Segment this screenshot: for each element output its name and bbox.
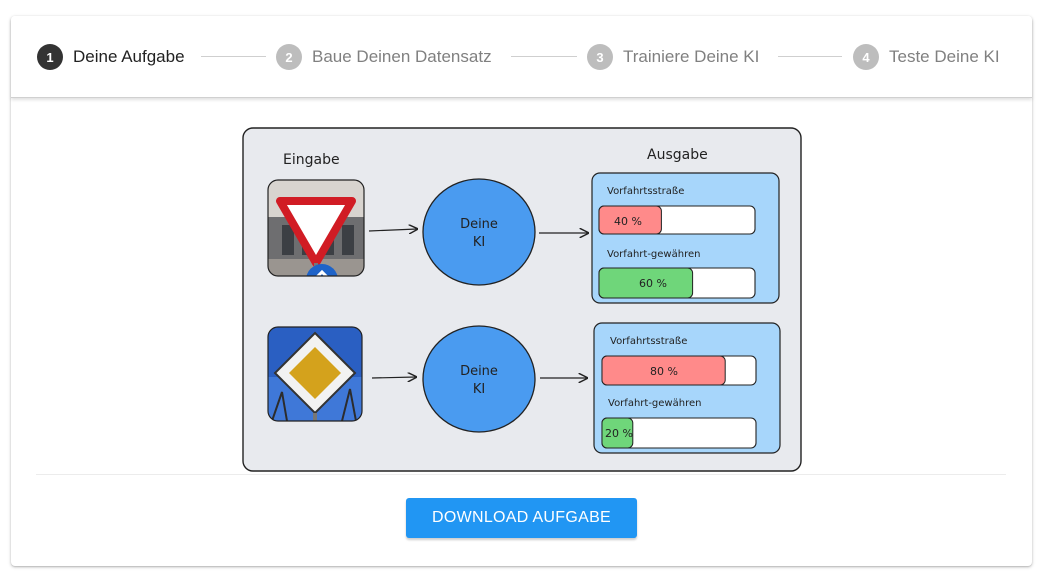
task-illustration: Eingabe Ausgabe Deine KI Deine KI Vorfah… (242, 127, 802, 472)
step-connector (511, 56, 577, 57)
output-label: Vorfahrtsstraße (607, 186, 684, 197)
input-title: Eingabe (283, 152, 340, 168)
probability-value: 60 % (639, 277, 667, 290)
probability-value: 20 % (605, 427, 633, 440)
step-3-label: Trainiere Deine KI (623, 47, 760, 66)
ai-label-line1: Deine (460, 217, 498, 232)
output-label: Vorfahrt-gewähren (607, 249, 700, 260)
priority-road-sign-photo-icon (268, 327, 362, 421)
step-1-number: 1 (37, 44, 63, 70)
step-connector (201, 56, 266, 57)
step-1[interactable]: 1 Deine Aufgabe (37, 44, 185, 70)
ai-label-line2: KI (473, 382, 485, 397)
step-1-label: Deine Aufgabe (73, 47, 185, 66)
output-label: Vorfahrtsstraße (610, 336, 687, 347)
ai-model-node: Deine KI (422, 178, 536, 286)
ai-label-line2: KI (473, 235, 485, 250)
step-2-label: Baue Deinen Datensatz (312, 47, 492, 66)
probability-value: 80 % (650, 365, 678, 378)
step-3[interactable]: 3 Trainiere Deine KI (587, 44, 759, 70)
step-2[interactable]: 2 Baue Deinen Datensatz (276, 44, 492, 70)
ai-label-line1: Deine (460, 364, 498, 379)
step-4-label: Teste Deine KI (889, 47, 1000, 66)
probability-value: 40 % (614, 215, 642, 228)
step-connector (778, 56, 842, 57)
step-4-number: 4 (853, 44, 879, 70)
divider (36, 474, 1006, 475)
task-card: 1 Deine Aufgabe 2 Baue Deinen Datensatz … (11, 16, 1032, 566)
step-3-number: 3 (587, 44, 613, 70)
output-label: Vorfahrt-gewähren (608, 398, 701, 409)
output-title: Ausgabe (647, 147, 708, 163)
step-2-number: 2 (276, 44, 302, 70)
step-4[interactable]: 4 Teste Deine KI (853, 44, 1000, 70)
ai-model-node: Deine KI (422, 325, 536, 433)
stepper: 1 Deine Aufgabe 2 Baue Deinen Datensatz … (11, 16, 1032, 98)
download-task-button[interactable]: DOWNLOAD AUFGABE (406, 498, 637, 538)
